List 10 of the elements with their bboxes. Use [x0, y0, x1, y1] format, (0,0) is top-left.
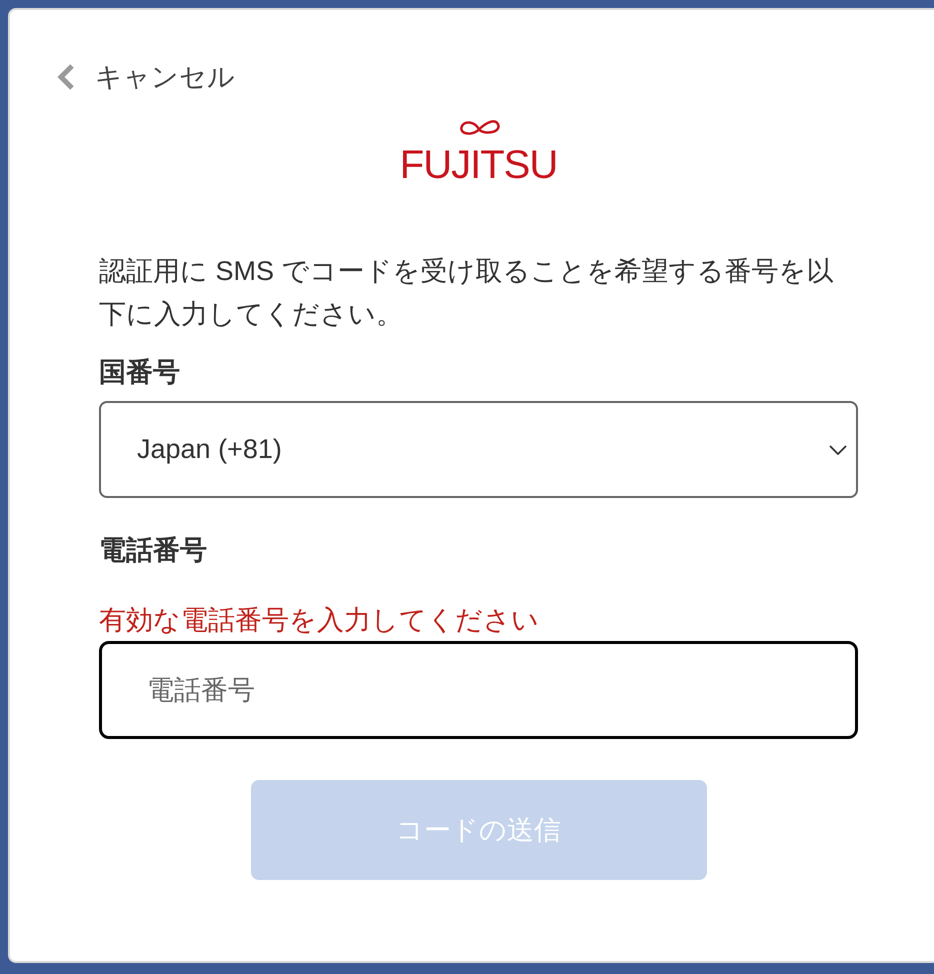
logo-wordmark: FUJITSU: [400, 142, 558, 188]
chevron-left-icon: [56, 63, 76, 91]
phone-number-field[interactable]: 電話番号: [99, 641, 858, 739]
field-label: 国番号: [99, 356, 181, 389]
country-code-select[interactable]: Japan (+81): [99, 401, 858, 498]
field-label: 電話番号: [99, 534, 208, 567]
cancel-link[interactable]: キャンセル: [56, 62, 235, 92]
instructions-text: 認証用に SMS でコードを受け取ることを希望する番号を以下に入力してください。: [99, 255, 834, 331]
chevron-down-icon: [829, 444, 847, 454]
error-message: 有効な電話番号を入力してください: [99, 604, 540, 637]
